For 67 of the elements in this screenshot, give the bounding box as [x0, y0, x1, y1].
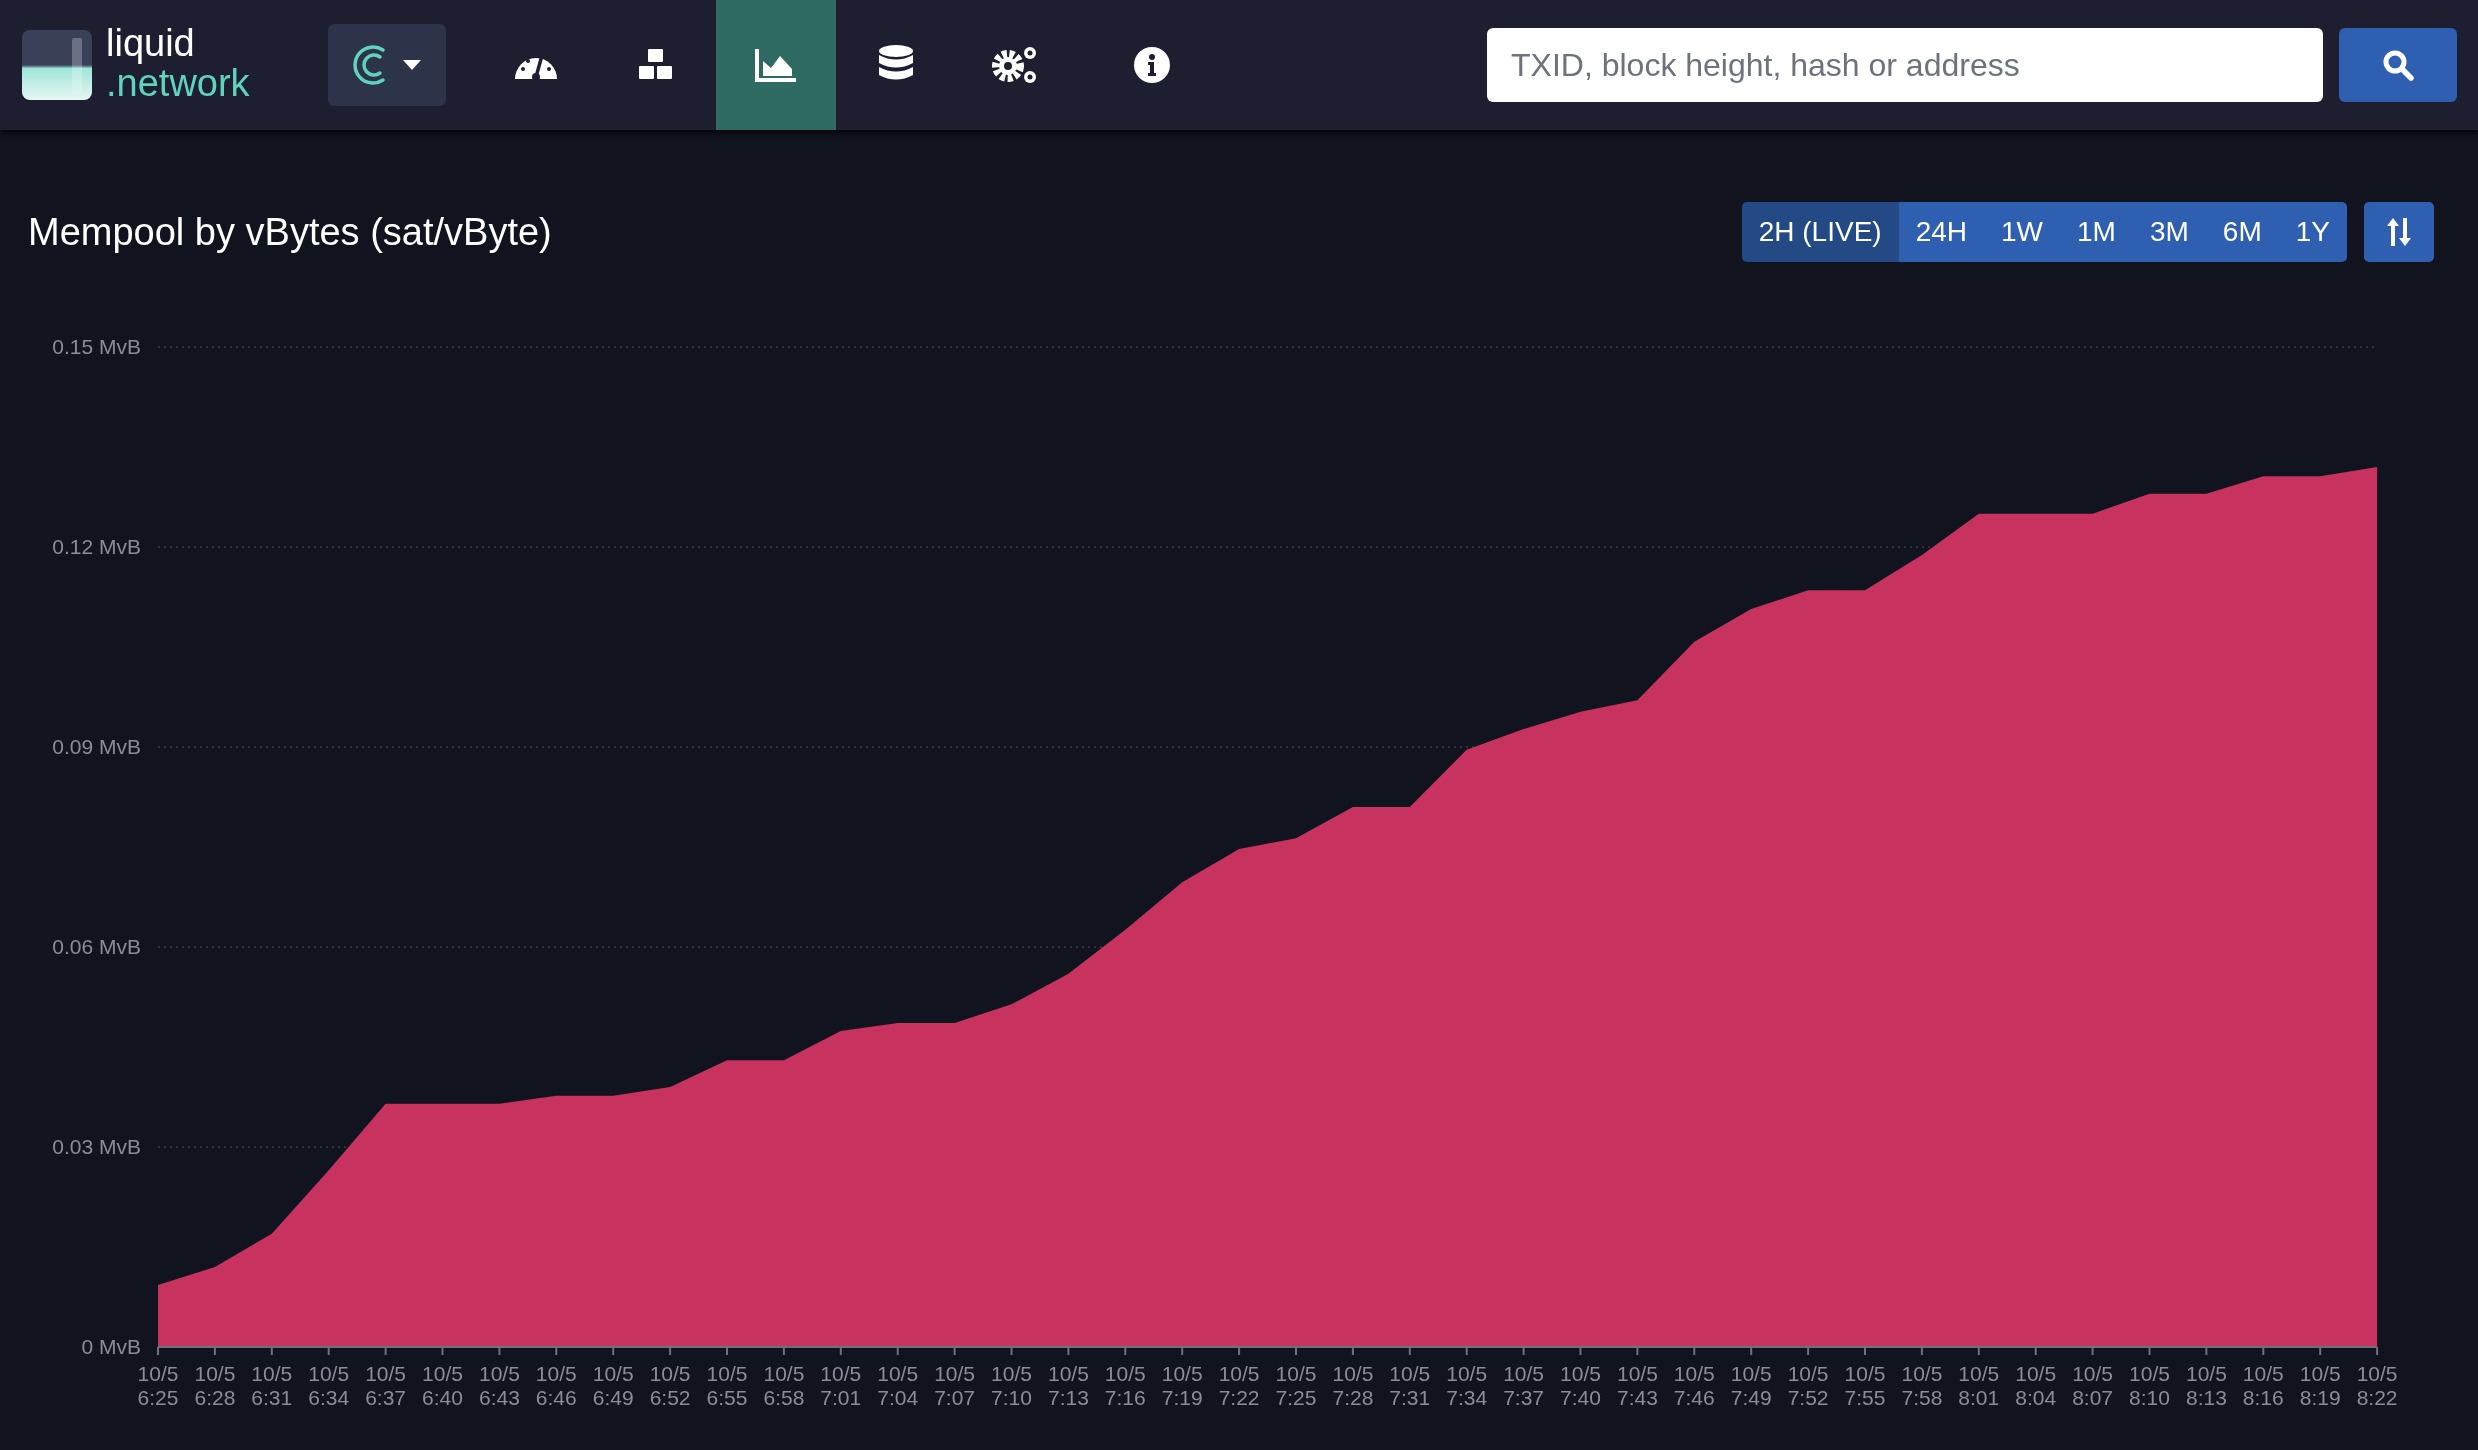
x-axis-label: 10/5 8:16: [2242, 1362, 2284, 1409]
x-axis-label: 10/5 8:19: [2299, 1362, 2341, 1409]
x-axis-label: 10/5 6:46: [535, 1362, 577, 1409]
info-icon: [1133, 46, 1171, 84]
x-axis-label: 10/5 7:10: [991, 1362, 1032, 1409]
x-axis-label: 10/5 7:25: [1275, 1362, 1317, 1409]
x-axis-label: 10/5 8:10: [2129, 1362, 2170, 1409]
x-axis-label: 10/5 7:19: [1161, 1362, 1203, 1409]
logo-text[interactable]: liquid: [106, 23, 250, 63]
nav-tab[interactable]: [716, 0, 836, 130]
x-axis-label: 10/5 7:37: [1503, 1362, 1545, 1409]
search-button[interactable]: [2339, 28, 2457, 102]
y-axis-label: 0.09 MvB: [52, 735, 141, 758]
x-axis-label: 10/5 7:40: [1560, 1362, 1601, 1409]
x-axis-label: 10/5 8:04: [2015, 1362, 2057, 1409]
x-axis-label: 10/5 7:04: [877, 1362, 919, 1409]
x-axis-label: 10/5 7:43: [1616, 1362, 1658, 1409]
x-axis-label: 10/5 8:01: [1958, 1362, 2000, 1409]
sort-arrows-icon: [2386, 216, 2412, 248]
x-axis-label: 10/5 7:07: [934, 1362, 976, 1409]
x-axis-label: 10/5 7:01: [820, 1362, 862, 1409]
y-axis-label: 0 MvB: [81, 1335, 141, 1358]
x-axis-label: 10/5 7:58: [1901, 1362, 1943, 1409]
x-axis-label: 10/5 8:22: [2356, 1362, 2398, 1409]
logo-icon: [22, 30, 92, 100]
x-axis-label: 10/5 6:28: [194, 1362, 236, 1409]
timespan-button[interactable]: 6M: [2205, 202, 2279, 262]
x-axis-label: 10/5 6:52: [649, 1362, 691, 1409]
x-axis-label: 10/5 6:31: [251, 1362, 293, 1409]
x-axis-label: 10/5 7:16: [1104, 1362, 1146, 1409]
x-axis-label: 10/5 6:58: [763, 1362, 805, 1409]
x-axis-label: 10/5 6:25: [137, 1362, 179, 1409]
x-axis-label: 10/5 7:49: [1730, 1362, 1772, 1409]
page-title: Mempool by vBytes (sat/vByte): [28, 210, 552, 254]
x-axis-label: 10/5 7:55: [1844, 1362, 1886, 1409]
area-chart-icon: [754, 47, 798, 83]
network-dropdown[interactable]: [328, 24, 446, 106]
x-axis-label: 10/5 8:13: [2185, 1362, 2227, 1409]
x-axis-label: 10/5 6:34: [308, 1362, 350, 1409]
x-axis-label: 10/5 6:55: [706, 1362, 748, 1409]
x-axis-label: 10/5 6:40: [422, 1362, 463, 1409]
y-axis-label: 0.03 MvB: [52, 1135, 141, 1158]
sort-toggle-button[interactable]: [2364, 202, 2434, 262]
timespan-button[interactable]: 1Y: [2278, 202, 2347, 262]
search-field[interactable]: TXID, block height, hash or address: [1487, 28, 2323, 102]
x-axis-label: 10/5 7:28: [1332, 1362, 1374, 1409]
x-axis-label: 10/5 6:49: [592, 1362, 634, 1409]
x-axis-label: 10/5 7:52: [1787, 1362, 1829, 1409]
caret-icon: [403, 60, 421, 70]
x-axis-label: 10/5 7:13: [1047, 1362, 1089, 1409]
search-icon: [2382, 49, 2414, 81]
y-axis-label: 0.15 MvB: [52, 335, 141, 358]
timespan-button[interactable]: 24H: [1898, 202, 1985, 262]
x-axis-label: 10/5 8:07: [2072, 1362, 2114, 1409]
x-axis-label: 10/5 7:31: [1389, 1362, 1431, 1409]
logo-text[interactable]: .network: [106, 63, 250, 103]
x-axis-label: 10/5 6:43: [478, 1362, 520, 1409]
x-axis-label: 10/5 7:22: [1218, 1362, 1260, 1409]
timespan-button[interactable]: 2H (LIVE): [1741, 202, 1899, 262]
y-axis-label: 0.06 MvB: [52, 935, 141, 958]
x-axis-label: 10/5 7:34: [1446, 1362, 1488, 1409]
y-axis-label: 0.12 MvB: [52, 535, 141, 558]
x-axis-label: 10/5 6:37: [365, 1362, 407, 1409]
timespan-button[interactable]: 3M: [2132, 202, 2206, 262]
timespan-button[interactable]: 1W: [1984, 202, 2061, 262]
timespan-button[interactable]: 1M: [2060, 202, 2133, 262]
x-axis-label: 10/5 7:46: [1673, 1362, 1715, 1409]
